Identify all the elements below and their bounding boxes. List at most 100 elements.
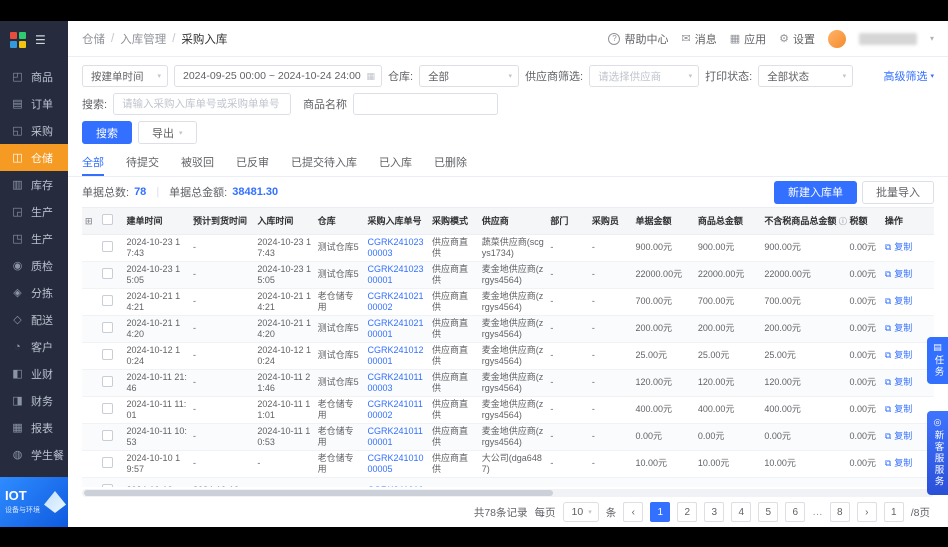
inbound-order-link[interactable]: CGRK24101100003 [368, 372, 423, 393]
tab-6[interactable]: 已删除 [434, 150, 467, 176]
row-checkbox[interactable] [102, 295, 113, 306]
horizontal-scrollbar[interactable] [82, 489, 934, 497]
copy-button[interactable]: ⧉复制 [885, 323, 912, 334]
inbound-order-link[interactable]: CGRK24102100002 [368, 291, 424, 312]
sidebar-item-11[interactable]: ◧业财 [0, 360, 68, 387]
breadcrumb-parent[interactable]: 入库管理 [120, 31, 166, 47]
row-checkbox[interactable] [102, 349, 113, 360]
row-checkbox[interactable] [102, 322, 113, 333]
inbound-order-link[interactable]: CGRK24102100001 [368, 318, 424, 339]
sidebar-item-12[interactable]: ◨财务 [0, 387, 68, 414]
column-header: 单据金额 [633, 208, 695, 234]
sidebar-item-9[interactable]: ◇配送 [0, 306, 68, 333]
row-checkbox[interactable] [102, 268, 113, 279]
time-field-select[interactable]: 按建单时间▾ [82, 65, 168, 87]
customer-icon: ◔ [11, 341, 24, 353]
settings-button[interactable]: ⚙ 设置 [779, 31, 815, 47]
product-name-input[interactable] [353, 93, 498, 115]
sidebar-item-14[interactable]: ◍学生餐 [0, 441, 68, 468]
copy-icon: ⧉ [885, 377, 891, 388]
page-button-6[interactable]: 6 [785, 502, 805, 522]
order-search-input[interactable] [113, 93, 291, 115]
prev-page-button[interactable]: ‹ [623, 502, 643, 522]
next-page-button[interactable]: › [857, 502, 877, 522]
sidebar-item-10[interactable]: ◔客户 [0, 333, 68, 360]
supplier-select[interactable]: 请选择供应商▾ [589, 65, 699, 87]
page-button-3[interactable]: 3 [704, 502, 724, 522]
sidebar-item-2[interactable]: ◱采购 [0, 117, 68, 144]
sidebar-item-8[interactable]: ◈分拣 [0, 279, 68, 306]
select-all-checkbox[interactable] [102, 214, 113, 225]
sidebar-item-13[interactable]: ▦报表 [0, 414, 68, 441]
page-button-2[interactable]: 2 [677, 502, 697, 522]
breadcrumb-root[interactable]: 仓储 [82, 31, 105, 47]
iot-logo-icon [44, 491, 66, 513]
sidebar-item-5[interactable]: ◲生产 [0, 198, 68, 225]
page-button-5[interactable]: 5 [758, 502, 778, 522]
inbound-order-link[interactable]: CGRK24101200001 [368, 345, 424, 366]
copy-button[interactable]: ⧉复制 [885, 431, 912, 442]
tab-5[interactable]: 已入库 [379, 150, 412, 176]
table-config-icon[interactable]: ⊞ [85, 216, 93, 226]
copy-button[interactable]: ⧉复制 [885, 269, 912, 280]
inbound-order-link[interactable]: CGRK24101000005 [368, 453, 424, 474]
inbound-order-link[interactable]: CGRK24101100002 [368, 399, 423, 420]
tab-0[interactable]: 全部 [82, 150, 104, 176]
avatar[interactable] [828, 30, 846, 48]
page-jump-input[interactable]: 1 [884, 502, 904, 522]
apps-button[interactable]: ▦ 应用 [730, 31, 766, 47]
copy-button[interactable]: ⧉复制 [885, 296, 912, 307]
row-checkbox[interactable] [102, 403, 113, 414]
task-panel-tab[interactable]: ▤ 任务 [927, 337, 948, 384]
customer-service-tab[interactable]: ◎ 新客服服务 [927, 411, 948, 495]
copy-button[interactable]: ⧉复制 [885, 404, 912, 415]
iot-subtitle: 设备与环境 [5, 505, 40, 515]
sidebar-item-1[interactable]: ▤订单 [0, 90, 68, 117]
app-logo [10, 32, 26, 48]
inbound-order-link[interactable]: CGRK24101100001 [368, 426, 423, 447]
copy-button[interactable]: ⧉复制 [885, 458, 912, 469]
sidebar-item-6[interactable]: ◳生产 [0, 225, 68, 252]
tab-2[interactable]: 被驳回 [181, 150, 214, 176]
sidebar-item-0[interactable]: ◰商品 [0, 63, 68, 90]
help-center-button[interactable]: ? 帮助中心 [608, 31, 668, 47]
tab-4[interactable]: 已提交待入库 [291, 150, 357, 176]
scrollbar-thumb[interactable] [84, 490, 553, 496]
row-checkbox[interactable] [102, 484, 113, 487]
advanced-filter-toggle[interactable]: 高级筛选▾ [883, 68, 934, 84]
inbound-order-link[interactable]: CGRK241010 [368, 485, 424, 487]
export-button[interactable]: 导出▾ [138, 121, 197, 144]
sidebar-item-4[interactable]: ▥库存 [0, 171, 68, 198]
inbound-order-link[interactable]: CGRK24102300003 [368, 237, 424, 258]
create-inbound-button[interactable]: 新建入库单 [774, 181, 857, 204]
warehouse-select[interactable]: 全部▾ [419, 65, 519, 87]
purchase-icon: ◱ [11, 124, 24, 137]
row-checkbox[interactable] [102, 376, 113, 387]
page-button-1[interactable]: 1 [650, 502, 670, 522]
row-checkbox[interactable] [102, 430, 113, 441]
print-status-select[interactable]: 全部状态▾ [758, 65, 853, 87]
qc-icon: ◉ [11, 259, 24, 272]
messages-button[interactable]: ✉ 消息 [681, 31, 716, 47]
row-checkbox[interactable] [102, 241, 113, 252]
copy-button[interactable]: ⧉复制 [885, 242, 912, 253]
page-size-select[interactable]: 10▾ [563, 502, 599, 522]
bulk-import-button[interactable]: 批量导入 [862, 181, 934, 204]
row-checkbox[interactable] [102, 457, 113, 468]
user-menu-caret-icon[interactable]: ▾ [930, 34, 934, 43]
tab-3[interactable]: 已反审 [236, 150, 269, 176]
date-range-input[interactable]: 2024-09-25 00:00 ~ 2024-10-24 24:00▦ [174, 65, 382, 87]
sidebar-item-3[interactable]: ◫仓储 [0, 144, 68, 171]
filter-row-buttons: 搜索 导出▾ [82, 121, 934, 144]
copy-button[interactable]: ⧉复制 [885, 377, 912, 388]
page-button-4[interactable]: 4 [731, 502, 751, 522]
page-button-8[interactable]: 8 [830, 502, 850, 522]
sidebar-item-7[interactable]: ◉质检 [0, 252, 68, 279]
menu-toggle-icon[interactable]: ☰ [35, 33, 46, 47]
search-button[interactable]: 搜索 [82, 121, 132, 144]
copy-button[interactable]: ⧉复制 [885, 350, 912, 361]
inbound-order-link[interactable]: CGRK24102300001 [368, 264, 424, 285]
column-header: 入库时间 [254, 208, 314, 234]
tab-1[interactable]: 待提交 [126, 150, 159, 176]
iot-banner[interactable]: IOT 设备与环境 [0, 477, 68, 527]
